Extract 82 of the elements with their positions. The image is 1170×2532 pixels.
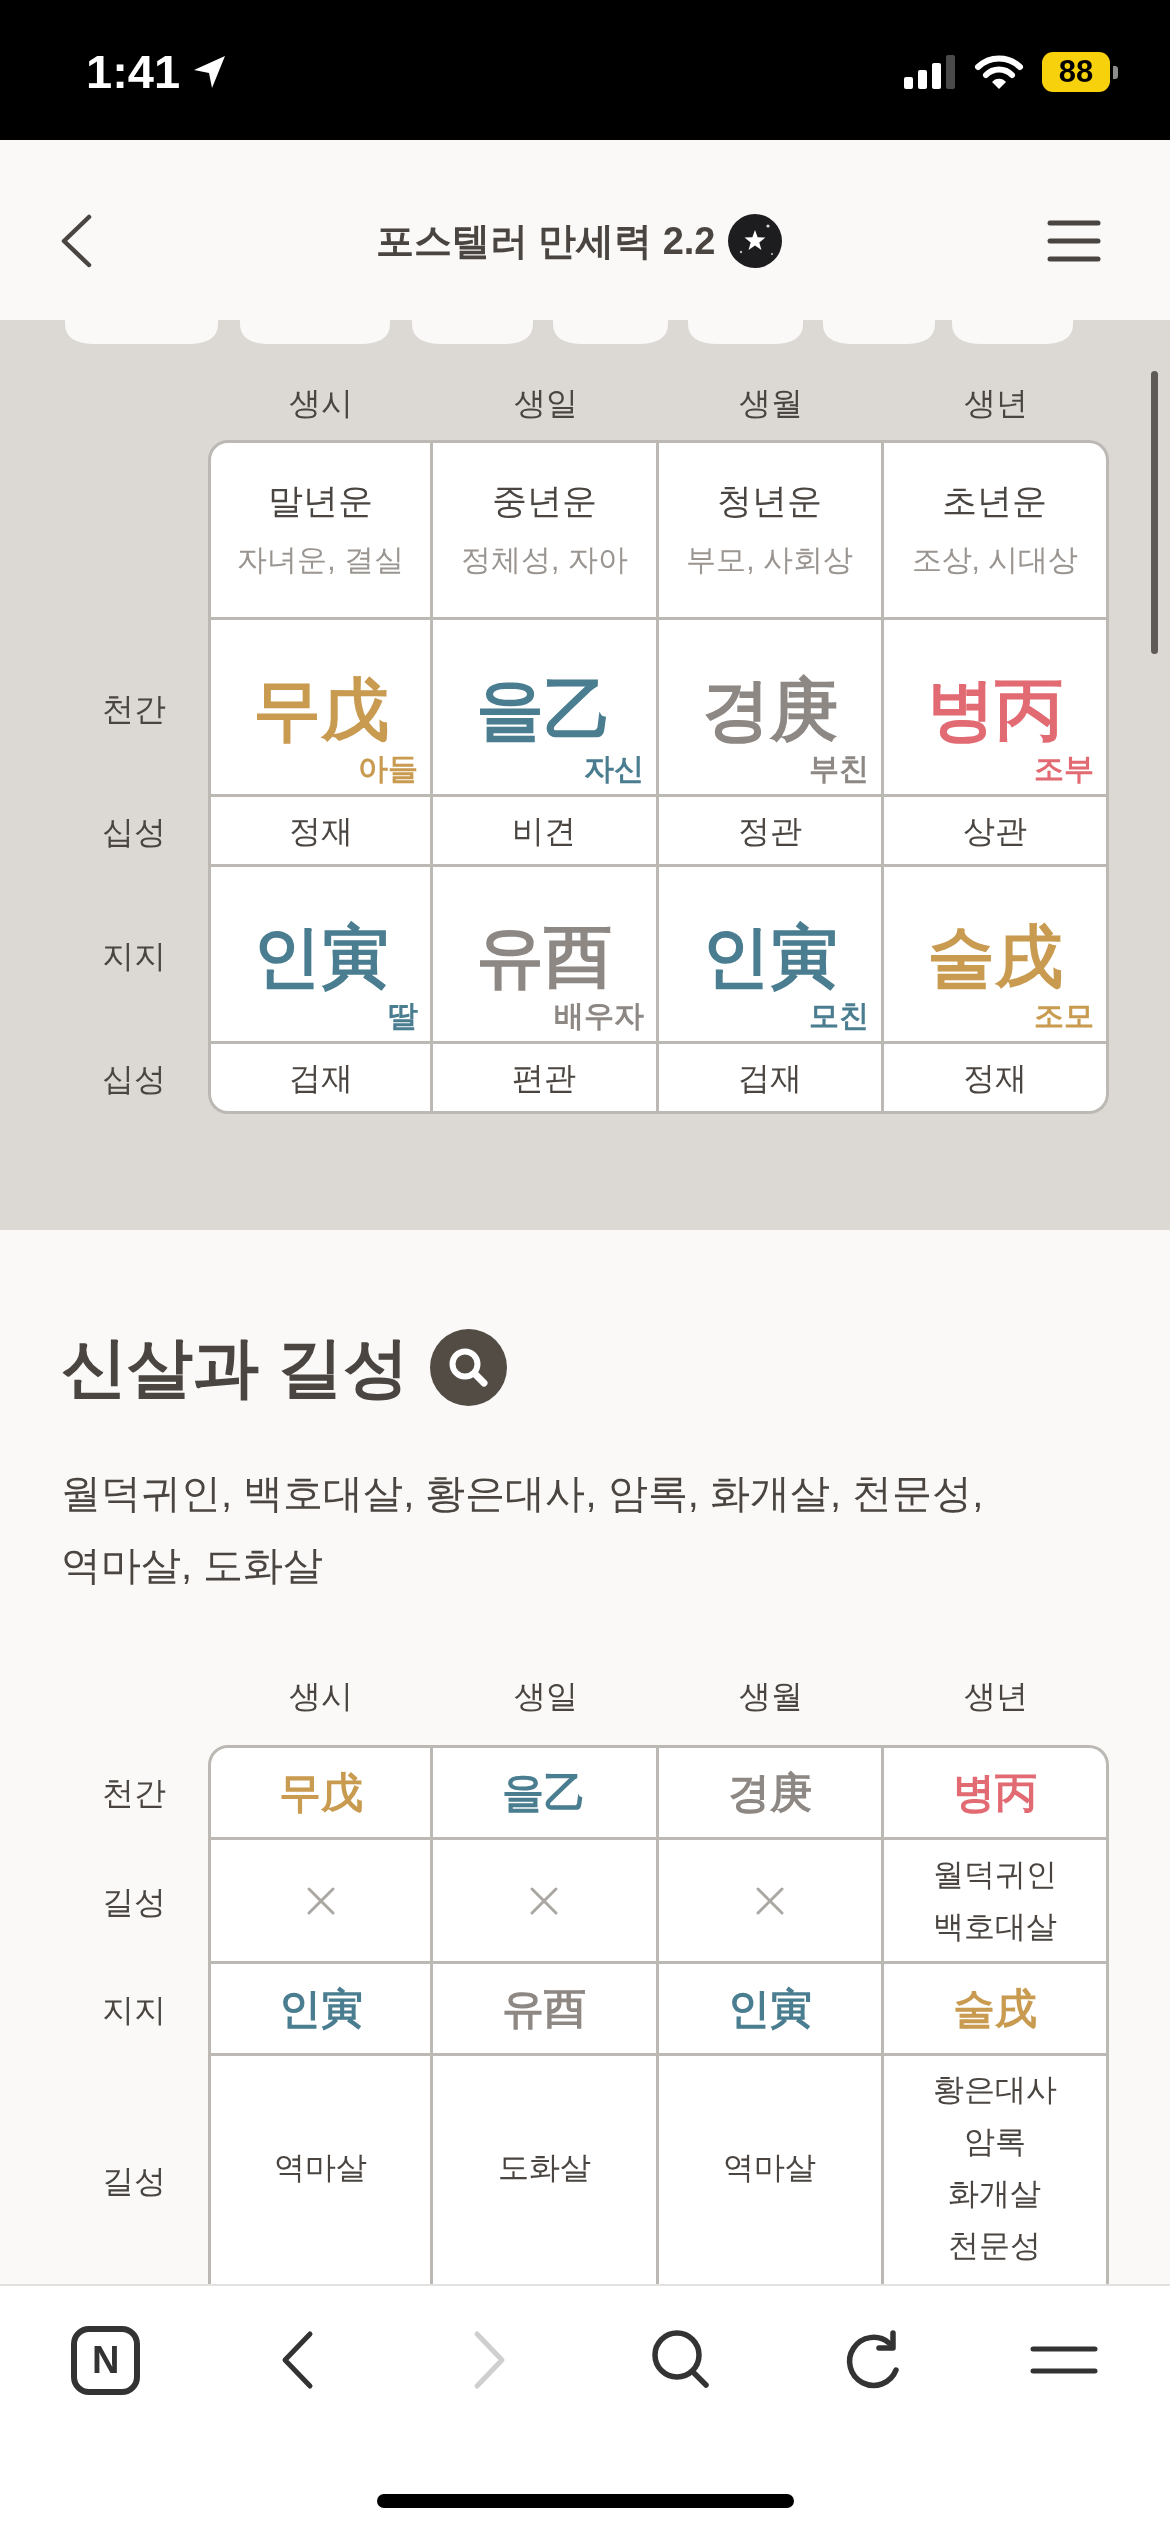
pillar-character: 인寅 — [278, 1983, 363, 2034]
column-header: 생년 — [964, 1677, 1029, 1715]
pillar-character: 술戌 — [952, 1983, 1037, 2034]
table-cell: 상관 — [883, 797, 1109, 867]
relation-label: 딸 — [388, 1001, 419, 1031]
relation-label: 배우자 — [553, 1001, 644, 1031]
sinsal-summary: 월덕귀인, 백호대살, 황은대사, 암록, 화개살, 천문성, 역마살, 도화살 — [61, 1470, 985, 1589]
table-cell: 편관 — [433, 1044, 659, 1114]
sinsal-item: 암록 — [963, 2123, 1026, 2161]
table-cell: 정재 — [883, 1044, 1109, 1114]
relation-label: 모친 — [808, 1001, 869, 1031]
search-icon[interactable] — [430, 1329, 508, 1406]
logo-button[interactable]: N — [71, 2325, 141, 2395]
column-header: 생시 — [288, 1677, 353, 1715]
sinsal-item: 역마살 — [274, 2149, 368, 2187]
star-orb-icon — [728, 214, 783, 268]
section-title: 신살과 길성 — [61, 1329, 410, 1406]
clock-time: 1:41 — [86, 44, 181, 100]
pillar-character: 유酉 — [476, 922, 613, 990]
fortune-subtitle: 정체성, 자아 — [461, 542, 628, 578]
battery-indicator: 88 — [1042, 52, 1118, 92]
pillar-character: 경庚 — [727, 1767, 812, 1818]
row-label: 십성 — [102, 1060, 166, 1098]
column-header: 생일 — [513, 1677, 578, 1715]
cross-mark-icon — [305, 1885, 336, 1916]
fortune-subtitle: 부모, 사회상 — [686, 542, 853, 578]
fortune-title: 청년운 — [717, 480, 823, 522]
relation-label: 아들 — [358, 754, 419, 784]
table-cell: 비견 — [433, 797, 659, 867]
menu-icon — [1046, 219, 1102, 263]
fortune-title: 초년운 — [942, 480, 1048, 522]
row-label: 지지 — [102, 936, 166, 975]
sinsal-item: 월덕귀인 — [932, 1855, 1057, 1894]
pillar-character: 유酉 — [502, 1983, 587, 2034]
sinsal-item: 역마살 — [723, 2149, 817, 2187]
pillar-character: 병丙 — [926, 675, 1063, 743]
relation-label: 부친 — [808, 754, 869, 784]
app-title: 포스텔러 만세력 2.2 — [375, 219, 716, 264]
row-label: 천간 — [102, 1773, 166, 1812]
fortune-title: 중년운 — [491, 480, 597, 522]
pillar-character: 인寅 — [252, 922, 389, 990]
pillar-character: 인寅 — [727, 1983, 812, 2034]
signal-icon — [904, 55, 956, 89]
chevron-left-icon — [59, 213, 93, 269]
row-label: 길성 — [102, 1883, 166, 1921]
column-header: 생월 — [739, 1677, 804, 1715]
row-label: 십성 — [102, 813, 166, 851]
pillar-character: 무戊 — [278, 1767, 363, 1818]
pillar-character: 무戊 — [252, 675, 389, 743]
fortune-title: 말년운 — [268, 480, 374, 522]
pillar-character: 술戌 — [926, 922, 1063, 990]
menu-icon — [1029, 2344, 1100, 2376]
table-cell: 정재 — [208, 797, 434, 867]
sinsal-item: 천문성 — [948, 2227, 1042, 2265]
pillar-character: 병丙 — [952, 1767, 1037, 1818]
pillar-character: 을乙 — [502, 1767, 587, 1818]
column-header: 생월 — [739, 384, 804, 422]
column-header: 생시 — [288, 384, 353, 422]
relation-label: 자신 — [583, 754, 644, 784]
fortune-subtitle: 조상, 시대상 — [911, 542, 1079, 578]
relation-label: 조모 — [1034, 1001, 1094, 1031]
location-arrow-icon — [192, 55, 227, 89]
table-cell: 겁재 — [658, 1044, 884, 1114]
sinsal-item: 화개살 — [948, 2175, 1042, 2213]
cross-mark-icon — [754, 1885, 785, 1916]
column-header: 생년 — [964, 384, 1029, 422]
sinsal-item: 백호대살 — [932, 1907, 1057, 1946]
table-cell: 정관 — [658, 797, 884, 867]
wifi-icon — [974, 54, 1024, 90]
cross-mark-icon — [529, 1885, 560, 1916]
pillar-character: 을乙 — [476, 675, 613, 743]
fortune-subtitle: 자녀운, 결실 — [237, 542, 404, 578]
relation-label: 조부 — [1034, 754, 1094, 784]
sinsal-item: 도화살 — [497, 2149, 591, 2187]
row-label: 지지 — [102, 1991, 166, 2029]
table-cell: 겁재 — [208, 1044, 434, 1114]
row-label: 길성 — [102, 2161, 166, 2200]
row-label: 천간 — [102, 689, 166, 728]
column-header: 생일 — [513, 384, 578, 422]
sinsal-item: 황은대사 — [932, 2071, 1057, 2109]
pillar-character: 경庚 — [701, 675, 838, 743]
pillar-character: 인寅 — [701, 922, 838, 990]
